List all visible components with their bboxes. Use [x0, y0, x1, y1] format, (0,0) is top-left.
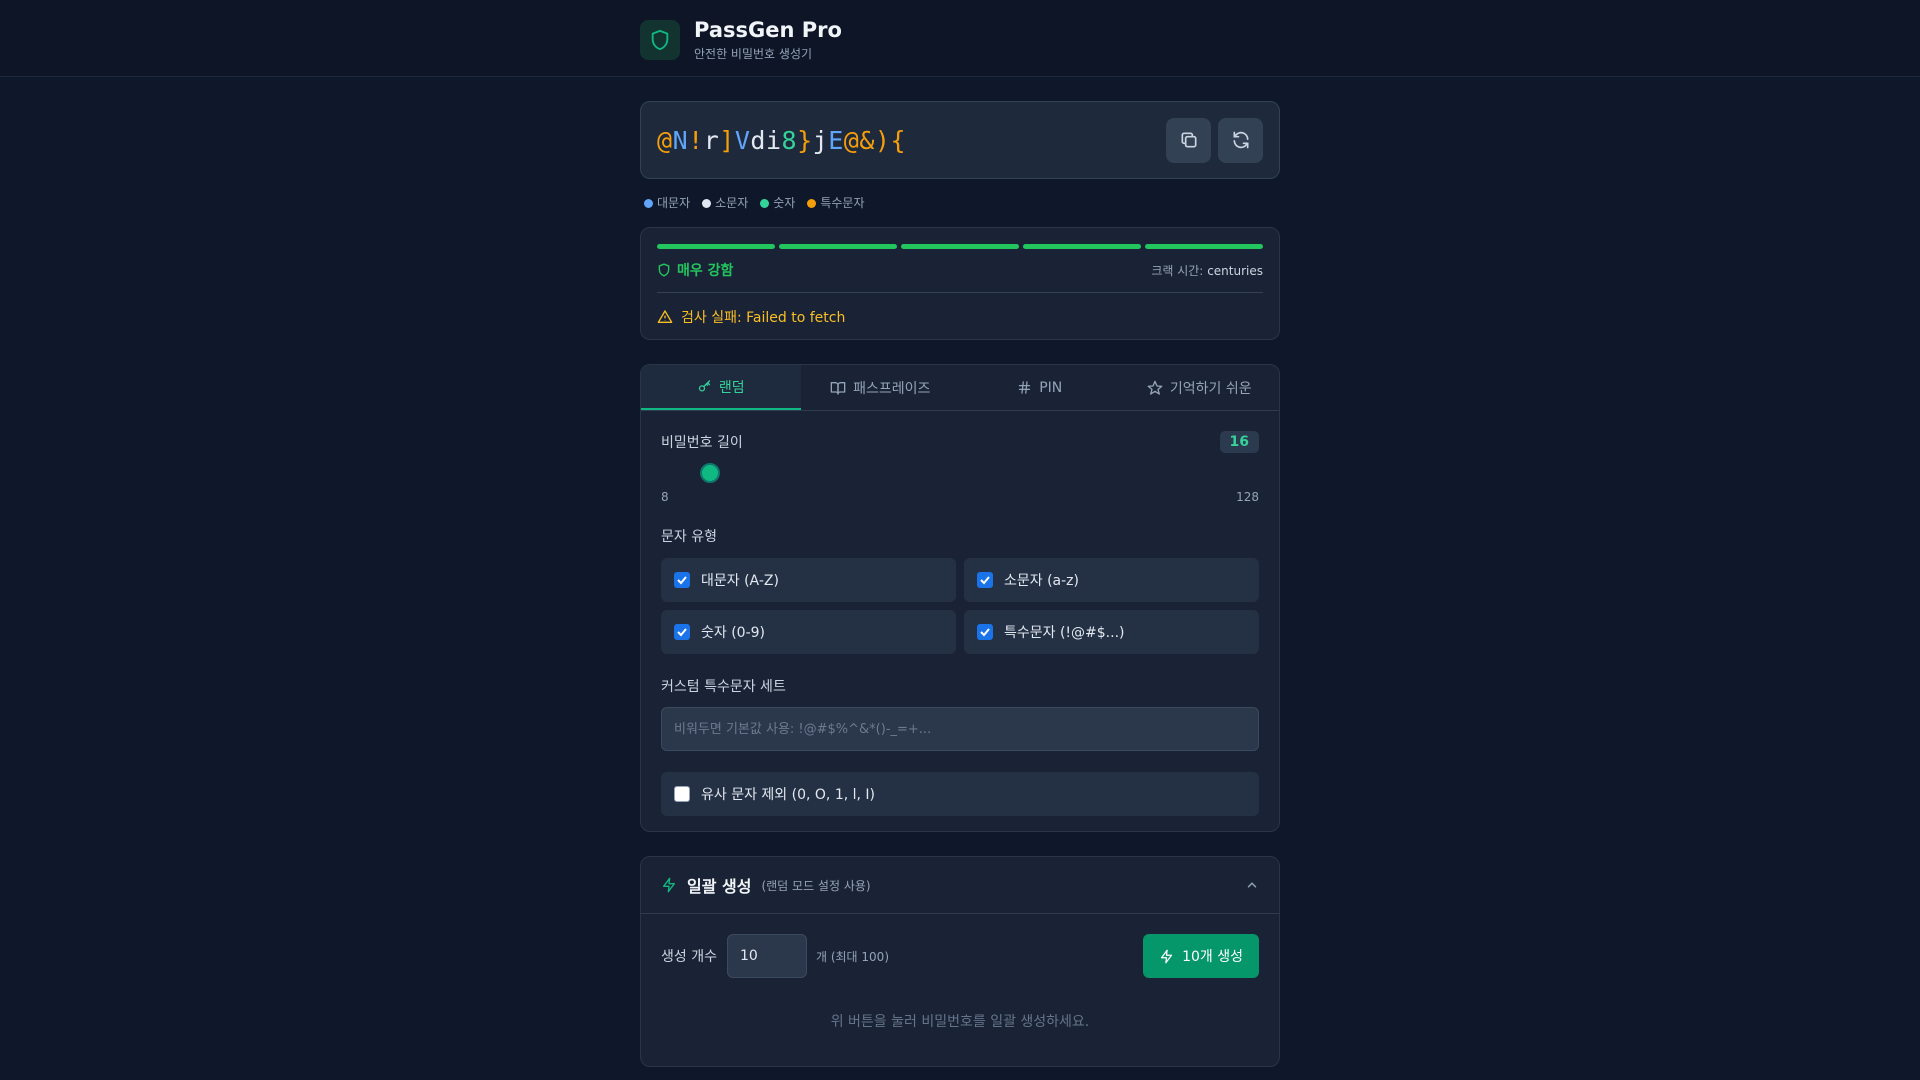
slider-thumb[interactable]	[700, 463, 720, 483]
batch-header[interactable]: 일괄 생성 (랜덤 모드 설정 사용)	[641, 857, 1279, 914]
top-bar: PassGen Pro 안전한 비밀번호 생성기	[0, 0, 1920, 77]
copy-button[interactable]	[1166, 117, 1211, 163]
batch-panel: 일괄 생성 (랜덤 모드 설정 사용) 생성 개수 개 (최대 100) 10개…	[640, 856, 1280, 1067]
legend-lowercase: 소문자	[702, 194, 748, 211]
password-char: E	[828, 125, 844, 155]
password-char: V	[734, 125, 751, 155]
lowercase-option[interactable]: 소문자 (a-z)	[964, 558, 1259, 602]
check-warning: 검사 실패: Failed to fetch	[657, 307, 1263, 327]
checkbox-checked-icon[interactable]	[674, 572, 690, 588]
custom-symbols-input[interactable]	[661, 707, 1259, 751]
hash-icon	[1019, 381, 1031, 394]
copy-icon	[1181, 132, 1196, 148]
length-value-badge: 16	[1219, 431, 1259, 453]
char-type-options: 대문자 (A-Z) 소문자 (a-z) 숫자 (0-9) 특수문자 (!@#$.…	[661, 558, 1259, 654]
exclude-similar-option[interactable]: 유사 문자 제외 (0, O, 1, l, I)	[661, 772, 1259, 816]
generated-password[interactable]: @N!r]Vdi8}jE@&){	[657, 126, 1159, 155]
password-char: }	[797, 125, 813, 155]
app-title: PassGen Pro	[694, 18, 842, 42]
tab-pin[interactable]: PIN	[960, 365, 1120, 410]
checkbox-unchecked-icon[interactable]	[674, 786, 690, 802]
password-char: &	[859, 125, 875, 155]
strength-panel: 매우 강함 크랙 시간: centuries 검사 실패: Failed to …	[640, 227, 1280, 340]
tab-memorable[interactable]: 기억하기 쉬운	[1120, 365, 1280, 410]
tab-passphrase[interactable]: 패스프레이즈	[801, 365, 961, 410]
custom-symbols-label: 커스텀 특수문자 세트	[661, 679, 786, 695]
strength-segment	[657, 244, 775, 249]
strength-label: 매우 강함	[657, 260, 733, 280]
password-display: @N!r]Vdi8}jE@&){	[640, 101, 1280, 179]
strength-segment	[779, 244, 897, 249]
password-char: ]	[719, 125, 735, 155]
length-label: 비밀번호 길이	[661, 435, 743, 451]
count-suffix: 개 (최대 100)	[815, 949, 890, 964]
lightning-icon	[663, 877, 675, 893]
strength-segment	[1023, 244, 1141, 249]
crack-time: 크랙 시간: centuries	[1151, 263, 1263, 278]
password-char: 8	[781, 125, 798, 155]
password-char: !	[688, 125, 704, 155]
key-icon	[698, 380, 710, 392]
mode-tabs: 랜덤 패스프레이즈 PIN 기억하기 쉬운	[641, 365, 1279, 411]
uppercase-option[interactable]: 대문자 (A-Z)	[661, 558, 956, 602]
count-input[interactable]	[726, 934, 807, 978]
shield-icon	[658, 263, 670, 277]
batch-generate-button[interactable]: 10개 생성	[1143, 934, 1259, 978]
checkbox-checked-icon[interactable]	[977, 572, 993, 588]
refresh-button[interactable]	[1218, 117, 1263, 163]
length-slider[interactable]	[661, 459, 1259, 489]
app-subtitle: 안전한 비밀번호 생성기	[694, 47, 813, 61]
char-types-label: 문자 유형	[661, 529, 717, 545]
length-min: 8	[661, 490, 669, 504]
divider	[657, 292, 1263, 293]
password-char: @	[657, 125, 673, 155]
options-panel: 랜덤 패스프레이즈 PIN 기억하기 쉬운 비밀번호 길이 16 8 128 문…	[640, 364, 1280, 832]
strength-segment	[1145, 244, 1263, 249]
password-char: d	[750, 125, 766, 155]
batch-title: 일괄 생성	[687, 877, 752, 896]
legend-number: 숫자	[760, 194, 795, 211]
numbers-option[interactable]: 숫자 (0-9)	[661, 610, 956, 654]
shield-logo-icon	[640, 20, 680, 60]
book-icon	[830, 381, 846, 395]
strength-meter	[657, 244, 1263, 249]
refresh-icon	[1233, 131, 1248, 149]
char-legend: 대문자 소문자 숫자 특수문자	[640, 194, 1280, 211]
count-label: 생성 개수	[661, 949, 717, 965]
password-char: r	[703, 125, 720, 155]
brand: PassGen Pro 안전한 비밀번호 생성기	[640, 18, 842, 62]
password-char: )	[874, 125, 891, 155]
checkbox-checked-icon[interactable]	[674, 624, 690, 640]
checkbox-checked-icon[interactable]	[977, 624, 993, 640]
tab-random[interactable]: 랜덤	[641, 365, 801, 410]
batch-hint: (랜덤 모드 설정 사용)	[761, 878, 871, 893]
password-char: N	[672, 125, 689, 155]
symbols-option[interactable]: 특수문자 (!@#$...)	[964, 610, 1259, 654]
lightning-icon	[1160, 949, 1173, 963]
chevron-up-icon[interactable]	[1245, 878, 1259, 892]
warning-icon	[657, 310, 673, 323]
legend-uppercase: 대문자	[644, 194, 690, 211]
password-char: @	[843, 125, 860, 155]
password-char: {	[890, 125, 906, 155]
password-char: j	[812, 125, 829, 155]
strength-segment	[901, 244, 1019, 249]
batch-empty-state: 위 버튼을 눌러 비밀번호를 일괄 생성하세요.	[830, 1014, 1090, 1030]
star-icon	[1147, 380, 1163, 395]
legend-symbol: 특수문자	[807, 194, 865, 211]
length-max: 128	[1236, 490, 1259, 504]
password-char: i	[765, 125, 782, 155]
